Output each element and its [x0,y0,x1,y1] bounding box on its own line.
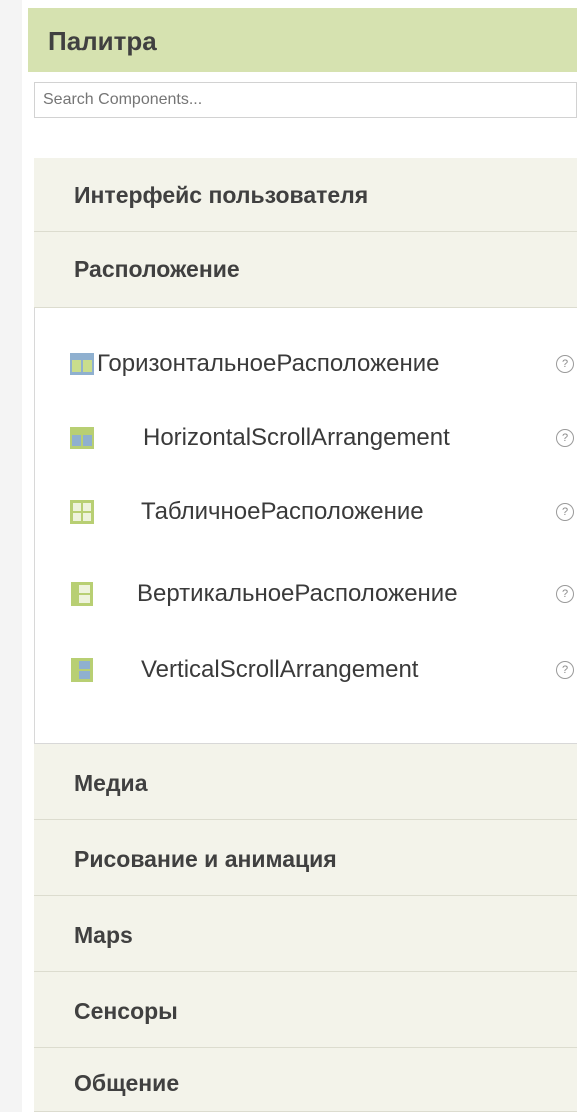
category-label: Общение [74,1070,180,1096]
component-label: ТабличноеРасположение [141,498,424,525]
component-table-arrangement[interactable]: ТабличноеРасположение ? [35,484,577,540]
category-label: Интерфейс пользователя [74,182,369,208]
vertical-scroll-arrangement-icon [71,658,93,682]
horizontal-scroll-arrangement-icon [70,427,94,449]
component-label: ВертикальноеРасположение [137,580,458,607]
layout-components-list: ГоризонтальноеРасположение ? HorizontalS… [34,308,577,744]
category-sensors[interactable]: Сенсоры [34,972,577,1048]
component-horizontal-scroll-arrangement[interactable]: HorizontalScrollArrangement ? [35,410,577,466]
table-arrangement-icon [70,500,94,524]
palette-panel: Палитра Интерфейс пользователя Расположе… [22,0,577,1112]
category-label: Maps [74,922,133,948]
palette-title: Палитра [48,26,157,56]
category-layout[interactable]: Расположение [34,232,577,308]
category-drawing-animation[interactable]: Рисование и анимация [34,820,577,896]
category-label: Сенсоры [74,998,178,1024]
help-icon[interactable]: ? [556,661,574,679]
category-media[interactable]: Медиа [34,744,577,820]
palette-header: Палитра [28,8,577,72]
search-components-input[interactable] [34,82,577,118]
help-icon[interactable]: ? [556,585,574,603]
component-horizontal-arrangement[interactable]: ГоризонтальноеРасположение ? [35,336,577,392]
vertical-arrangement-icon [71,582,93,606]
component-vertical-scroll-arrangement[interactable]: VerticalScrollArrangement ? [35,642,577,698]
help-icon[interactable]: ? [556,503,574,521]
horizontal-arrangement-icon [70,353,94,375]
component-label: ГоризонтальноеРасположение [97,350,440,377]
category-label: Медиа [74,770,148,796]
category-maps[interactable]: Maps [34,896,577,972]
component-vertical-arrangement[interactable]: ВертикальноеРасположение ? [35,566,577,622]
category-label: Рисование и анимация [74,846,337,872]
left-gutter [0,0,22,1112]
component-label: VerticalScrollArrangement [141,656,419,683]
category-social[interactable]: Общение [34,1048,577,1112]
category-user-interface[interactable]: Интерфейс пользователя [34,158,577,232]
help-icon[interactable]: ? [556,355,574,373]
component-label: HorizontalScrollArrangement [143,424,450,451]
help-icon[interactable]: ? [556,429,574,447]
category-label: Расположение [74,256,240,282]
